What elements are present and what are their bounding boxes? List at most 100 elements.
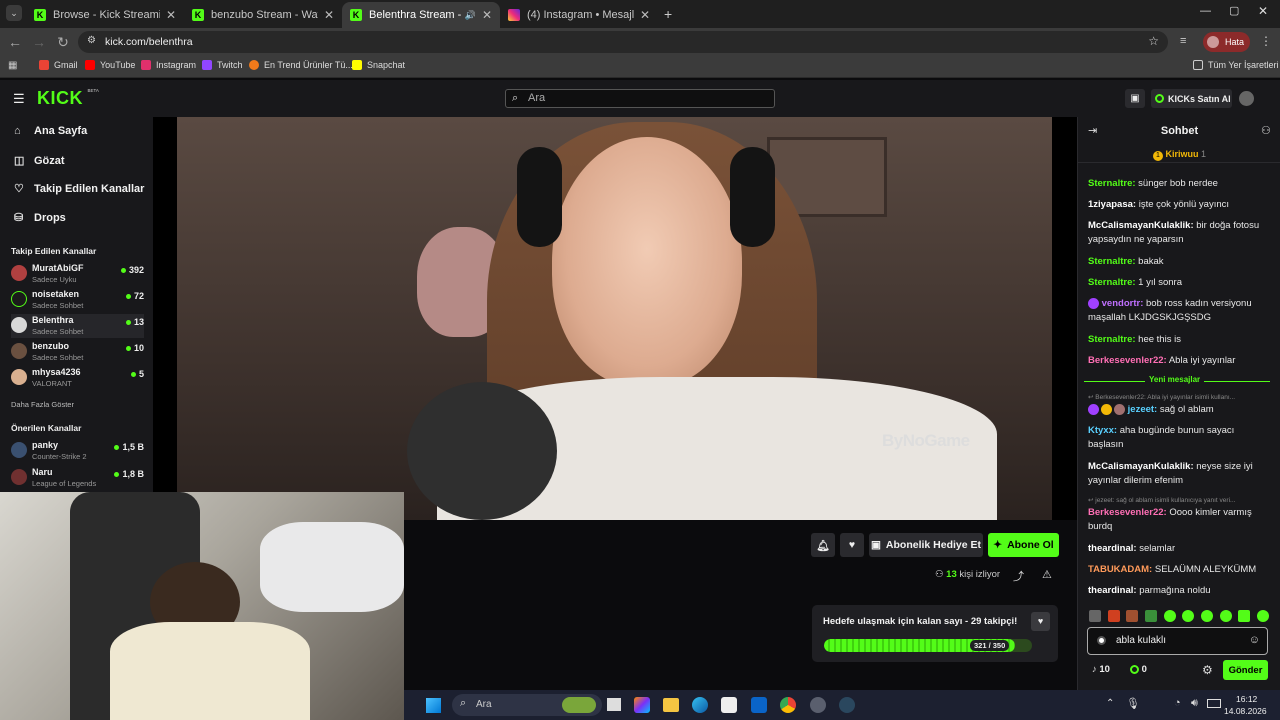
steam-icon[interactable] [839,697,855,713]
taskbar-search-input[interactable]: ⌕ Ara [452,694,602,716]
nav-home[interactable]: ⌂ Ana Sayfa [14,125,87,137]
widgets-icon[interactable] [634,697,650,713]
outlook-icon[interactable] [751,697,767,713]
followed-channel[interactable]: noisetaken Sadece Sohbet 72 [11,288,144,312]
close-tab-icon[interactable]: ✕ [640,8,650,22]
nav-following[interactable]: ♡ Takip Edilen Kanallar [14,182,144,196]
followed-channel[interactable]: benzubo Sadece Sohbet 10 [11,340,144,364]
emote-icon[interactable] [1144,610,1157,622]
recommended-channel[interactable]: panky Counter-Strike 2 1,5 B [11,439,144,463]
emote-icon[interactable] [1089,610,1101,622]
report-icon[interactable]: ⚠ [1042,568,1052,581]
chat-users-icon[interactable]: ⚇ [1261,124,1271,137]
subscribe-button[interactable]: ✦ Abone Ol [988,533,1059,557]
wifi-icon[interactable]: ◔ [1174,697,1181,709]
send-button[interactable]: Gönder [1223,660,1268,680]
bookmark-instagram[interactable]: Instagram [141,60,196,70]
tab-search-icon[interactable]: ≡ [1180,35,1186,47]
emote-icon[interactable] [1256,610,1269,622]
chrome-icon[interactable] [780,697,796,713]
close-tab-icon[interactable]: ✕ [324,8,334,22]
chat-settings-icon[interactable]: ⚙ [1202,663,1213,677]
taskbar-date[interactable]: 14.08.2026 [1224,706,1267,716]
task-view-icon[interactable] [607,698,621,711]
start-icon[interactable] [426,698,441,713]
site-info-icon[interactable]: ⚙ [87,35,96,46]
nav-drops[interactable]: ⛁ Drops [14,211,66,225]
channel-points[interactable]: 0 [1130,664,1147,675]
reply-context[interactable]: ↩ Berkesevenler22: Abla iyi yayınlar isi… [1088,393,1273,401]
show-more-link[interactable]: Daha Fazla Göster [11,400,74,409]
apps-icon[interactable]: ▦ [8,60,17,71]
user-avatar[interactable] [1239,91,1254,106]
speaker-icon[interactable]: 🔊 [465,10,476,21]
maximize-button[interactable]: ▢ [1229,4,1239,17]
edge-icon[interactable] [692,697,708,713]
browser-menu-icon[interactable]: ⋮ [1260,34,1272,48]
recommended-heading: Önerilen Kanallar [11,423,82,433]
tray-expand-icon[interactable]: ⌃ [1106,698,1114,709]
search-input[interactable]: ⌕ Ara [505,89,775,108]
bookmark-twitch[interactable]: Twitch [202,60,243,70]
emote-icon[interactable] [1219,610,1232,622]
microphone-icon[interactable]: 🎙︎ [1126,697,1140,710]
kick-logo[interactable]: KICK BETA [37,88,99,109]
emoji-icon[interactable]: ☺ [1249,634,1260,646]
forward-icon[interactable]: → [29,32,49,52]
nav-browse[interactable]: ◫ Gözat [14,154,65,168]
tab-search-button[interactable]: ⌄ [6,5,22,21]
bookmark-youtube[interactable]: YouTube [85,60,135,70]
goal-heart-icon[interactable]: ♥ [1031,612,1050,631]
browser-tab-active[interactable]: K Belenthra Stream - Watch L 🔊 ✕ [342,2,500,28]
bookmark-gmail[interactable]: Gmail [39,60,78,70]
store-icon[interactable] [721,697,737,713]
wallet-icon[interactable]: ▣ [1125,89,1145,108]
trend-icon [249,60,259,70]
back-icon[interactable]: ← [5,32,25,52]
bell-icon: 🔔︎ [816,539,830,552]
hamburger-menu-icon[interactable]: ☰ [13,91,25,107]
instagram-icon [508,9,520,21]
emote-icon[interactable] [1163,610,1176,622]
bookmark-snapchat[interactable]: Snapchat [352,60,405,70]
recommended-channel[interactable]: Naru League of Legends 1,8 B [11,466,144,490]
emote-icon[interactable] [1182,610,1195,622]
gift-sub-button[interactable]: ▣ Abonelik Hediye Et [869,533,983,557]
all-bookmarks[interactable]: Tüm Yer İşaretleri [1193,60,1279,70]
browser-tab[interactable]: K Browse - Kick Streaming ✕ [26,2,184,28]
kicks-balance[interactable]: ♪ 10 [1092,664,1110,675]
buy-kicks-button[interactable]: KICKs Satın Al [1151,89,1232,108]
followed-channel[interactable]: MuratAbiGF Sadece Uyku 392 [11,262,144,286]
bookmark-star-icon[interactable]: ☆ [1148,34,1159,48]
file-explorer-icon[interactable] [663,698,679,712]
emote-icon[interactable] [1107,610,1120,622]
volume-icon[interactable]: 🔊︎ [1191,697,1198,710]
chat-input[interactable]: abla kulaklı ☺ [1087,627,1268,655]
minimize-button[interactable]: — [1200,5,1211,17]
bookmark-trend[interactable]: En Trend Ürünler Tü... [249,60,353,70]
pinned-gifter[interactable]: 1 Kiriwuu 1 [1078,149,1280,161]
notification-bell-button[interactable]: 🔔︎ [811,533,835,557]
taskbar-time[interactable]: 16:12 [1236,694,1257,704]
input-badge-icon[interactable] [1097,636,1106,645]
followed-channel-selected[interactable]: Belenthra Sadece Sohbet 13 [11,314,144,338]
emote-icon[interactable] [1200,610,1213,622]
reply-context[interactable]: ↩ jezeet: sağ ol ablam isimli kullanıcıy… [1088,496,1273,504]
emote-icon[interactable] [1238,610,1251,622]
close-tab-icon[interactable]: ✕ [482,8,492,22]
stream-video-frame[interactable]: ByNoGame [177,117,1052,520]
share-icon[interactable]: ⤴ [1013,568,1024,584]
browser-tab[interactable]: K benzubo Stream - Watch Live o ✕ [184,2,342,28]
profile-error-button[interactable]: Hata [1203,32,1250,52]
chrome-running-icon[interactable] [810,697,826,713]
emote-icon[interactable] [1126,610,1139,622]
battery-icon[interactable] [1207,699,1221,708]
browser-tab[interactable]: (4) Instagram • Mesajlar ✕ [500,2,658,28]
close-window-button[interactable]: ✕ [1258,4,1268,18]
new-tab-button[interactable]: + [664,6,672,22]
reload-icon[interactable]: ↻ [53,32,73,52]
close-tab-icon[interactable]: ✕ [166,8,176,22]
followed-channel[interactable]: mhysa4236 VALORANT 5 [11,366,144,390]
address-bar[interactable]: ⚙ kick.com/belenthra ☆ [78,31,1168,53]
follow-heart-button[interactable]: ♥ [840,533,864,557]
